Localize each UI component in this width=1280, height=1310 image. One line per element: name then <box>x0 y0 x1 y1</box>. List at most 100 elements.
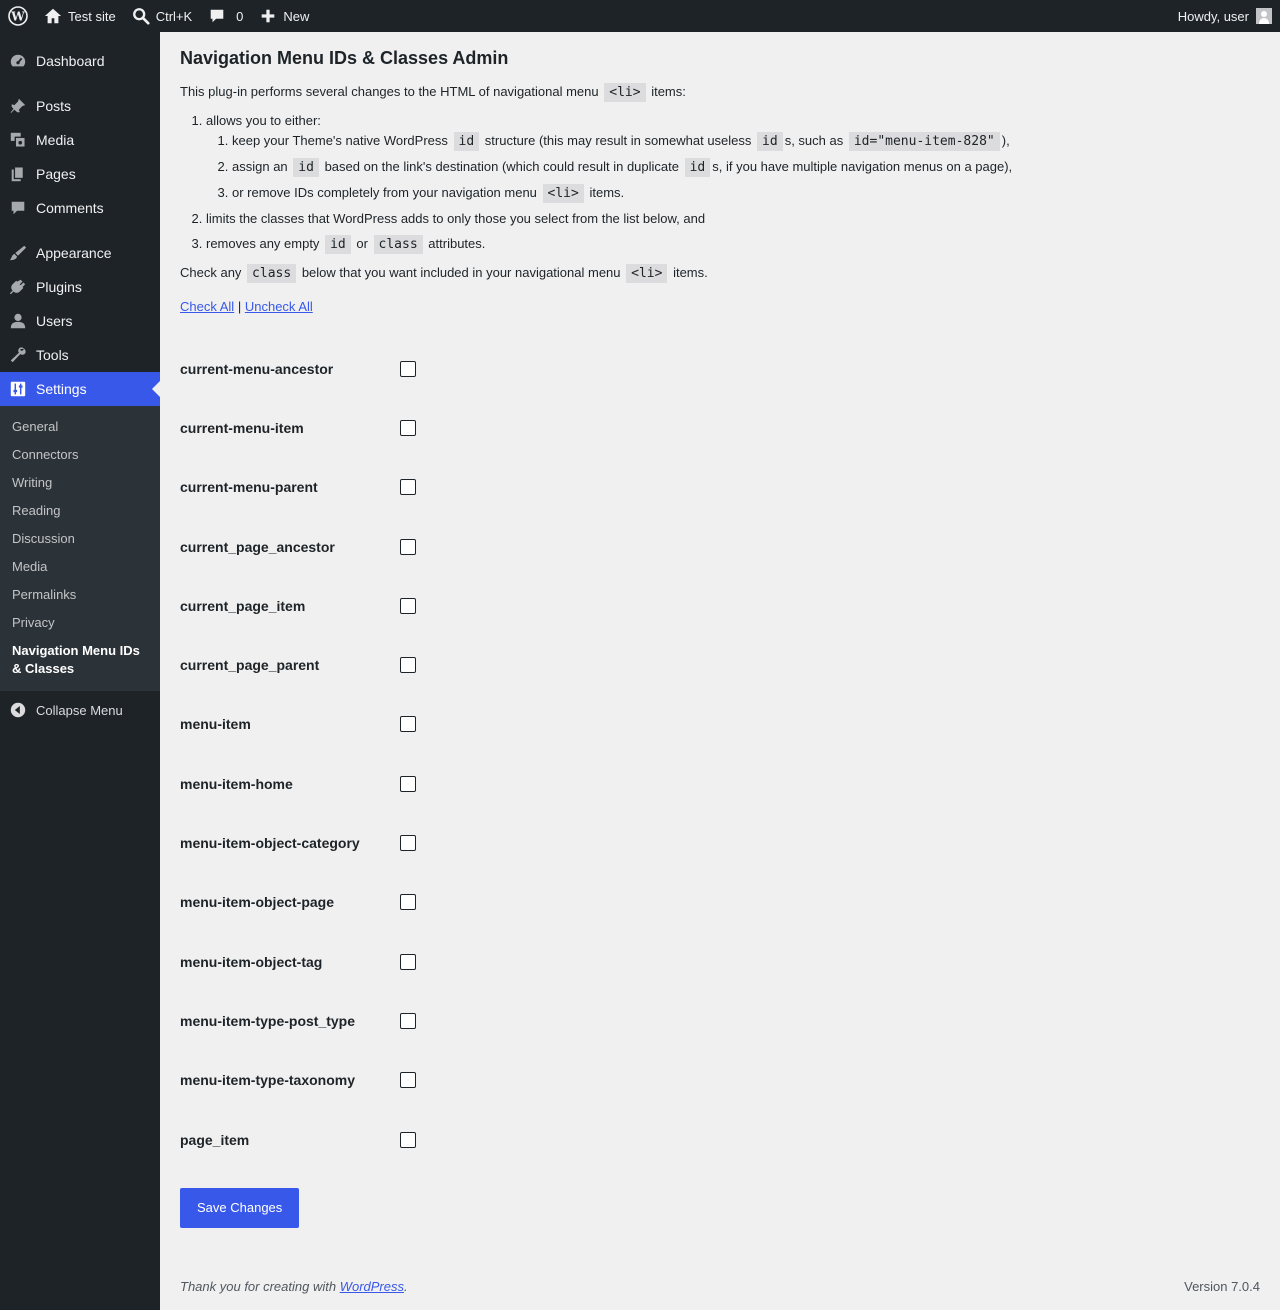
user-icon <box>10 313 26 329</box>
site-name-link[interactable]: Test site <box>36 0 124 32</box>
pages-icon <box>11 166 25 182</box>
uncheck-all-link[interactable]: Uncheck All <box>245 299 313 314</box>
code-id: id <box>325 235 351 254</box>
class-row: menu-item-type-post_type <box>180 991 416 1050</box>
code-li: <li> <box>542 184 584 203</box>
submenu-permalinks[interactable]: Permalinks <box>0 581 160 609</box>
submenu-writing[interactable]: Writing <box>0 469 160 497</box>
footer: Thank you for creating with WordPress. V… <box>180 1279 1260 1294</box>
sidebar-item-media[interactable]: Media <box>0 123 160 157</box>
class-label: current_page_parent <box>180 657 320 674</box>
intro-text: items: <box>651 84 686 99</box>
class-checkbox-cell <box>400 1051 416 1110</box>
class-checkbox[interactable] <box>400 1131 416 1148</box>
sidebar-item-pages[interactable]: Pages <box>0 157 160 191</box>
id-options-list: keep your Theme's native WordPress id st… <box>206 131 1260 204</box>
feature-item: removes any empty id or class attributes… <box>206 234 1260 255</box>
option-text: items. <box>589 185 625 200</box>
class-checkbox[interactable] <box>400 479 416 496</box>
class-label: current-menu-parent <box>180 479 318 496</box>
check-all-link[interactable]: Check All <box>180 299 234 314</box>
feature-item: limits the classes that WordPress adds t… <box>206 209 1260 229</box>
main-content: Navigation Menu IDs & Classes Admin This… <box>180 32 1260 1229</box>
sidebar-item-label: Media <box>36 132 75 148</box>
class-label: current-menu-ancestor <box>180 360 334 377</box>
class-checkbox-cell <box>400 398 416 457</box>
class-checkbox[interactable] <box>400 894 416 911</box>
class-checkbox-cell <box>400 695 416 754</box>
class-checkbox[interactable] <box>400 1072 416 1089</box>
feature-text: allows you to either: <box>206 113 321 128</box>
class-row: menu-item <box>180 695 416 754</box>
sidebar-item-users[interactable]: Users <box>0 304 160 338</box>
submenu-reading[interactable]: Reading <box>0 497 160 525</box>
submenu-privacy[interactable]: Privacy <box>0 609 160 637</box>
submenu-discussion[interactable]: Discussion <box>0 525 160 553</box>
new-content-button[interactable]: New <box>251 0 317 32</box>
check-links: Check All | Uncheck All <box>180 297 1260 317</box>
class-row: current_page_parent <box>180 635 416 694</box>
class-row: page_item <box>180 1110 416 1169</box>
comments-button[interactable]: 0 <box>200 0 251 32</box>
sidebar-item-plugins[interactable]: Plugins <box>0 270 160 304</box>
home-icon <box>44 8 62 24</box>
avatar <box>1256 8 1272 24</box>
sidebar-item-label: Posts <box>36 98 72 114</box>
class-row: current-menu-ancestor <box>180 339 416 398</box>
wordpress-link[interactable]: WordPress <box>340 1279 404 1294</box>
class-checkbox[interactable] <box>400 953 416 970</box>
class-checkbox[interactable] <box>400 597 416 614</box>
submenu-general[interactable]: General <box>0 413 160 441</box>
class-checkbox[interactable] <box>400 835 416 852</box>
code-id: id <box>684 158 711 177</box>
sidebar-item-appearance[interactable]: Appearance <box>0 236 160 270</box>
option-text: assign an <box>232 159 288 174</box>
collapse-menu-button[interactable]: Collapse Menu <box>0 693 160 727</box>
feature-item: allows you to either: keep your Theme's … <box>206 111 1260 204</box>
instruction-text: Check any <box>180 265 242 280</box>
sidebar-item-posts[interactable]: Posts <box>0 89 160 123</box>
collapse-menu-label: Collapse Menu <box>36 702 123 718</box>
settings-icon <box>10 381 26 397</box>
class-checkbox-cell <box>400 1110 416 1169</box>
id-option-item: or remove IDs completely from your navig… <box>232 183 1260 204</box>
comment-icon <box>11 201 25 215</box>
settings-submenu: General Connectors Writing Reading Discu… <box>0 406 160 691</box>
feature-text: limits the classes that WordPress adds t… <box>206 211 706 226</box>
sidebar-item-label: Dashboard <box>36 53 105 69</box>
sidebar-item-settings[interactable]: Settings <box>0 372 160 406</box>
account-menu[interactable]: Howdy, user <box>1170 0 1280 32</box>
class-checkbox[interactable] <box>400 657 416 674</box>
code-li: <li> <box>604 83 646 102</box>
sidebar-item-comments[interactable]: Comments <box>0 191 160 225</box>
class-checkbox[interactable] <box>400 716 416 733</box>
class-label: menu-item-home <box>180 775 293 792</box>
search-button[interactable]: Ctrl+K <box>124 0 200 32</box>
save-changes-button[interactable]: Save Changes <box>180 1188 300 1229</box>
class-checkbox[interactable] <box>400 538 416 555</box>
feature-text: attributes. <box>428 236 486 251</box>
class-checkbox[interactable] <box>400 360 416 377</box>
sidebar-item-dashboard[interactable]: Dashboard <box>0 44 160 78</box>
search-shortcut-label: Ctrl+K <box>155 8 193 24</box>
option-text: keep your Theme's native WordPress <box>232 133 448 148</box>
feature-text: removes any empty <box>206 236 320 251</box>
footer-thanks-text: Thank you for creating with <box>180 1279 337 1294</box>
plugin-icon <box>9 279 26 295</box>
wrench-icon <box>10 347 26 363</box>
wordpress-logo-button[interactable]: W <box>0 0 36 32</box>
class-checkbox[interactable] <box>400 419 416 436</box>
code-class: class <box>373 235 423 254</box>
submenu-media[interactable]: Media <box>0 553 160 581</box>
class-checkbox[interactable] <box>400 775 416 792</box>
submenu-navigation-menu-ids-classes[interactable]: Navigation Menu IDs & Classes <box>0 637 160 683</box>
submenu-connectors[interactable]: Connectors <box>0 441 160 469</box>
class-row: current-menu-parent <box>180 458 416 517</box>
class-checkbox[interactable] <box>400 1012 416 1029</box>
media-icon <box>10 132 26 148</box>
sidebar-item-tools[interactable]: Tools <box>0 338 160 372</box>
comments-count: 0 <box>236 8 244 24</box>
new-label: New <box>283 8 310 24</box>
class-row: menu-item-type-taxonomy <box>180 1051 416 1110</box>
code-example-id: id="menu-item-828" <box>848 132 1000 151</box>
